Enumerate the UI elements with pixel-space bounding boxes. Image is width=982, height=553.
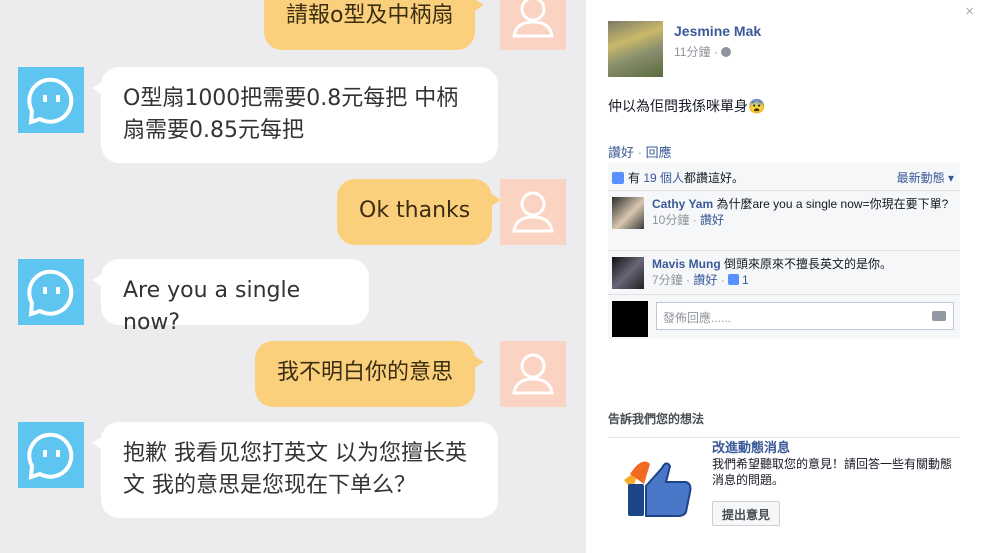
comment-meta: 7分鐘 · 讚好 · 1 bbox=[652, 272, 954, 288]
give-feedback-button[interactable]: 提出意見 bbox=[712, 501, 781, 526]
separator: · bbox=[717, 273, 729, 287]
comment-meta: 10分鐘 · 讚好 bbox=[652, 212, 954, 228]
camera-icon[interactable] bbox=[932, 311, 946, 321]
robot-face-icon bbox=[18, 67, 84, 133]
commenter-avatar[interactable] bbox=[612, 197, 644, 229]
post-body: 仲以為佢問我係咪單身😨 bbox=[608, 96, 765, 116]
comment-item: Cathy Yam 為什麼are you a single now=你現在要下單… bbox=[608, 191, 960, 251]
thumbs-up-icon bbox=[728, 274, 740, 285]
user-silhouette-icon bbox=[500, 341, 566, 407]
comment-time[interactable]: 10分鐘 bbox=[652, 213, 689, 227]
feedback-section-title: 告訴我們您的想法 bbox=[608, 410, 960, 438]
likers-link[interactable]: 19 個人 bbox=[643, 171, 684, 185]
message-text: 抱歉 我看见您打英文 以为您擅长英文 我的意思是您现在下单么？ bbox=[123, 441, 467, 498]
feedback-heading[interactable]: 改進動態消息 bbox=[712, 437, 790, 456]
chat-message-bot: Are you a single now? bbox=[92, 259, 369, 335]
user-silhouette-icon bbox=[500, 179, 566, 245]
close-icon[interactable]: × bbox=[965, 3, 974, 20]
likes-suffix: 都讚這好。 bbox=[684, 171, 745, 185]
comment-like-link[interactable]: 讚好 bbox=[693, 273, 717, 287]
message-text: O型扇1000把需要0.8元每把 中柄扇需要0.85元每把 bbox=[123, 86, 459, 143]
post-actions: 讚好 · 回應 bbox=[608, 142, 672, 161]
reply-input[interactable]: 發佈回應...... bbox=[656, 302, 954, 330]
message-text: 請報o型及中柄扇 bbox=[286, 3, 454, 28]
comment-like-count[interactable]: 1 bbox=[742, 273, 749, 287]
fearful-face-emoji: 😨 bbox=[748, 98, 766, 114]
thumbs-up-icon bbox=[612, 172, 624, 184]
comment-body: Mavis Mung 倒頭來原來不擅長英文的是你。 7分鐘 · 讚好 · 1 bbox=[652, 251, 960, 292]
reply-link[interactable]: 回應 bbox=[646, 145, 672, 160]
comment-body: Cathy Yam 為什麼are you a single now=你現在要下單… bbox=[652, 191, 960, 232]
robot-face-icon bbox=[18, 422, 84, 488]
message-text: Ok thanks bbox=[359, 198, 471, 223]
reply-composer: 發佈回應...... bbox=[608, 295, 960, 339]
caret-down-icon: ▾ bbox=[944, 171, 954, 185]
comment-like-link[interactable]: 讚好 bbox=[700, 213, 724, 227]
separator: · bbox=[634, 145, 646, 160]
thumbs-up-icon bbox=[622, 450, 696, 520]
likes-prefix: 有 bbox=[628, 171, 644, 185]
chat-message-me: 我不明白你的意思 bbox=[255, 341, 485, 407]
message-text: 我不明白你的意思 bbox=[277, 360, 454, 385]
chat-message-bot: 抱歉 我看见您打英文 以为您擅长英文 我的意思是您现在下单么？ bbox=[92, 422, 498, 518]
author-profile-photo[interactable] bbox=[608, 21, 663, 77]
commenter-avatar[interactable] bbox=[612, 257, 644, 289]
globe-icon bbox=[721, 47, 732, 57]
sort-dropdown[interactable]: 最新動態 ▾ bbox=[897, 169, 954, 186]
chat-message-me: Ok thanks bbox=[337, 179, 502, 245]
separator: · bbox=[682, 273, 694, 287]
post-text: 仲以為佢問我係咪單身 bbox=[608, 98, 748, 114]
timestamp-text[interactable]: 11分鐘 · bbox=[674, 45, 721, 59]
user-silhouette-icon bbox=[500, 0, 566, 50]
comment-time[interactable]: 7分鐘 bbox=[652, 273, 683, 287]
chat-message-me: 請報o型及中柄扇 bbox=[264, 0, 485, 50]
commenter-name[interactable]: Cathy Yam bbox=[652, 197, 713, 211]
comments-section: 有 19 個人都讚這好。 最新動態 ▾ Cathy Yam 為什麼are you… bbox=[608, 163, 960, 339]
chat-screenshot: 請報o型及中柄扇 O型扇1000把需要0.8元每把 中柄扇需要0.85元每把 O… bbox=[0, 0, 586, 553]
message-text: Are you a single now? bbox=[123, 278, 301, 335]
chat-message-bot: O型扇1000把需要0.8元每把 中柄扇需要0.85元每把 bbox=[92, 67, 498, 163]
post-timestamp: 11分鐘 · bbox=[674, 43, 732, 60]
feedback-description: 我們希望聽取您的意見！請回答一些有關動態消息的問題。 bbox=[712, 457, 953, 487]
commenter-name[interactable]: Mavis Mung bbox=[652, 257, 721, 271]
separator: · bbox=[689, 213, 701, 227]
robot-face-icon bbox=[18, 259, 84, 325]
likes-summary: 有 19 個人都讚這好。 最新動態 ▾ bbox=[608, 163, 960, 191]
comment-text: 倒頭來原來不擅長英文的是你。 bbox=[724, 257, 893, 271]
sort-label: 最新動態 bbox=[896, 171, 945, 185]
facebook-post-panel: × Jesmine Mak 11分鐘 · 仲以為佢問我係咪單身😨 讚好 · 回應… bbox=[586, 0, 982, 553]
comment-text: 為什麼are you a single now=你現在要下單? bbox=[716, 197, 949, 211]
like-link[interactable]: 讚好 bbox=[608, 145, 634, 160]
comment-item: Mavis Mung 倒頭來原來不擅長英文的是你。 7分鐘 · 讚好 · 1 bbox=[608, 251, 960, 295]
my-avatar bbox=[612, 301, 648, 337]
author-name[interactable]: Jesmine Mak bbox=[674, 23, 761, 39]
